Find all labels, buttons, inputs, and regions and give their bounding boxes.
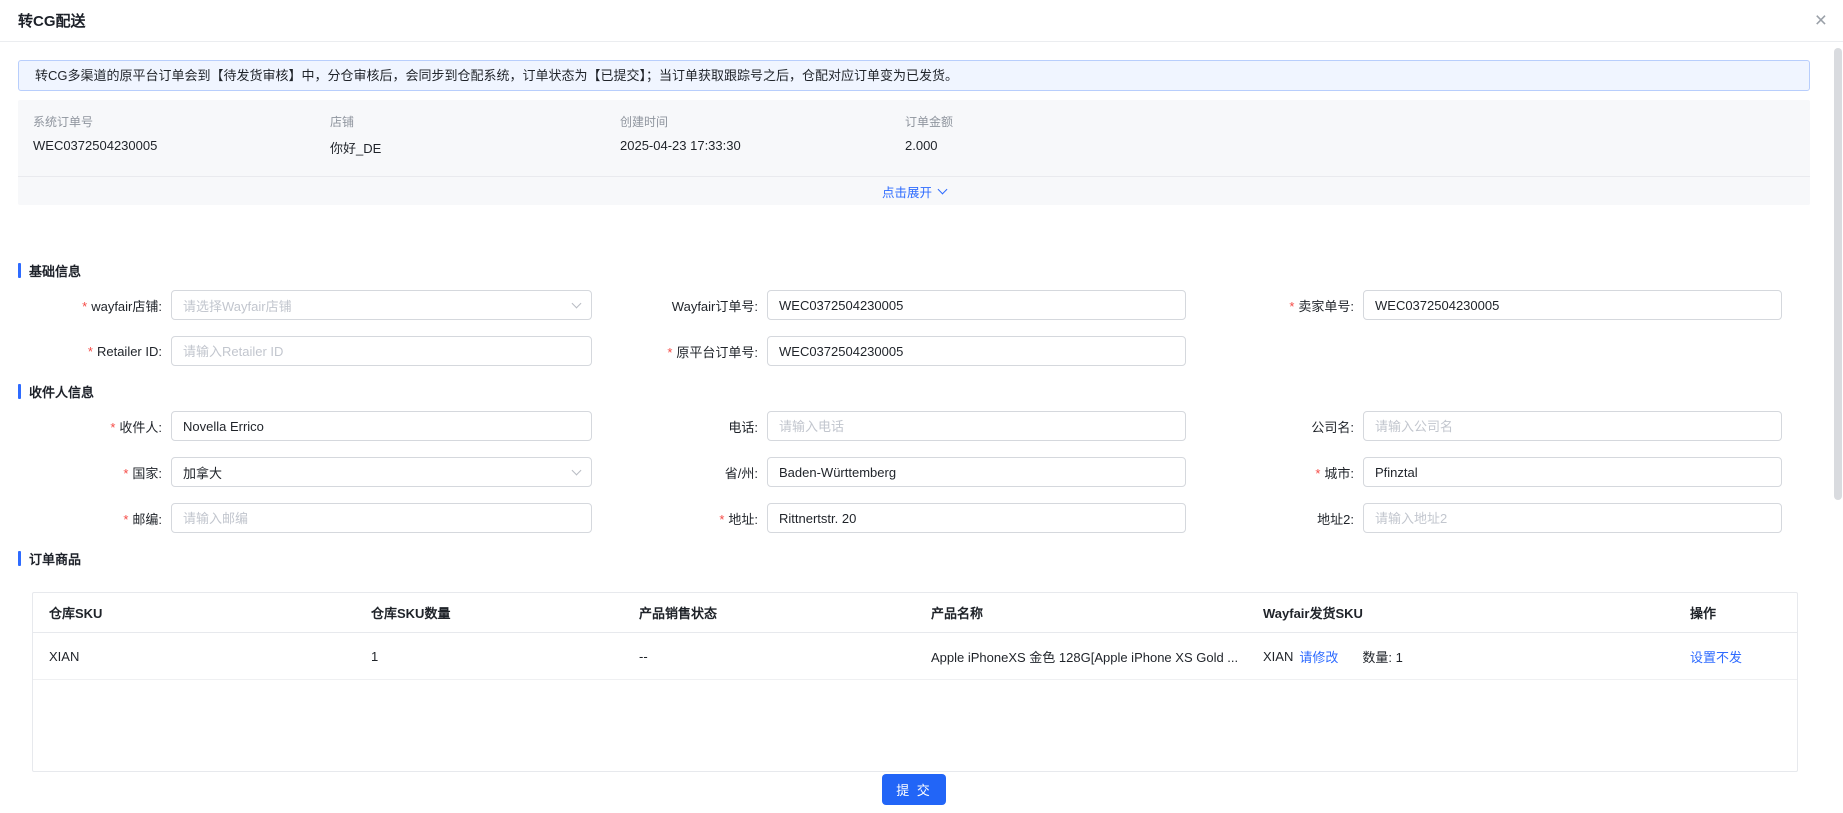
- field-seller-order-no: *卖家单号:: [1186, 290, 1782, 320]
- retailer-id-input[interactable]: [171, 336, 592, 366]
- section-bar: [18, 551, 21, 566]
- field-province: 省/州:: [592, 457, 1186, 487]
- field-wayfair-shop: *wayfair店铺: 请选择Wayfair店铺: [18, 290, 592, 320]
- qty-text: 数量: 1: [1362, 647, 1402, 666]
- chevron-down-icon: [572, 465, 582, 475]
- form-row: *国家: 加拿大 省/州: *城市:: [18, 457, 1810, 487]
- cell-product-name: Apple iPhoneXS 金色 128G[Apple iPhone XS G…: [915, 647, 1247, 666]
- field-wayfair-order-no: Wayfair订单号:: [592, 290, 1186, 320]
- required-asterisk: *: [667, 345, 672, 360]
- field-city: *城市:: [1186, 457, 1782, 487]
- dialog-header: 转CG配送 ×: [0, 0, 1843, 42]
- phone-input[interactable]: [767, 411, 1186, 441]
- required-asterisk: *: [88, 344, 93, 359]
- required-asterisk: *: [82, 299, 87, 314]
- field-country: *国家: 加拿大: [18, 457, 592, 487]
- order-summary-card: 系统订单号 WEC0372504230005 店铺 你好_DE 创建时间 202…: [18, 100, 1810, 205]
- cell-qty: 1: [355, 649, 623, 664]
- summary-shop: 店铺 你好_DE: [330, 113, 620, 176]
- required-asterisk: *: [1289, 299, 1294, 314]
- zipcode-input[interactable]: [171, 503, 592, 533]
- city-input[interactable]: [1363, 457, 1782, 487]
- summary-order-amount: 订单金额 2.000: [905, 113, 1795, 176]
- field-recipient: *收件人:: [18, 411, 592, 441]
- form-row: *Retailer ID: *原平台订单号:: [18, 336, 1810, 366]
- modify-link[interactable]: 请修改: [1299, 647, 1338, 666]
- section-bar: [18, 263, 21, 278]
- field-phone: 电话:: [592, 411, 1186, 441]
- province-input[interactable]: [767, 457, 1186, 487]
- form-row: *收件人: 电话: 公司名:: [18, 411, 1810, 441]
- submit-button[interactable]: 提 交: [882, 774, 946, 805]
- section-basic-info: 基础信息: [18, 261, 1810, 280]
- cell-wayfair-sku: XIAN 请修改 数量: 1: [1247, 647, 1674, 666]
- page-title: 转CG配送: [18, 10, 86, 31]
- set-no-ship-link[interactable]: 设置不发: [1690, 650, 1742, 665]
- wayfair-order-no-input[interactable]: [767, 290, 1186, 320]
- dialog-body: 转CG多渠道的原平台订单会到【待发货审核】中，分仓审核后，会同步到仓配系统，订单…: [0, 42, 1843, 805]
- table-row: XIAN 1 -- Apple iPhoneXS 金色 128G[Apple i…: [33, 633, 1797, 680]
- transfer-cg-dialog: 转CG配送 × 转CG多渠道的原平台订单会到【待发货审核】中，分仓审核后，会同步…: [0, 0, 1843, 813]
- scrollbar[interactable]: [1833, 44, 1843, 813]
- field-retailer-id: *Retailer ID:: [18, 336, 592, 366]
- form-row: *邮编: *地址: 地址2:: [18, 503, 1810, 533]
- section-recipient-info: 收件人信息: [18, 382, 1810, 401]
- field-company: 公司名:: [1186, 411, 1782, 441]
- cell-sale-status: --: [623, 649, 915, 664]
- required-asterisk: *: [110, 420, 115, 435]
- cell-warehouse-sku: XIAN: [33, 649, 355, 664]
- table-header: 仓库SKU 仓库SKU数量 产品销售状态 产品名称 Wayfair发货SKU 操…: [33, 593, 1797, 633]
- scrollbar-thumb[interactable]: [1834, 48, 1842, 500]
- required-asterisk: *: [1315, 466, 1320, 481]
- seller-order-no-input[interactable]: [1363, 290, 1782, 320]
- chevron-down-icon: [572, 298, 582, 308]
- field-address2: 地址2:: [1186, 503, 1782, 533]
- required-asterisk: *: [123, 512, 128, 527]
- field-original-order-no: *原平台订单号:: [592, 336, 1186, 366]
- recipient-input[interactable]: [171, 411, 592, 441]
- summary-system-order-no: 系统订单号 WEC0372504230005: [33, 113, 330, 176]
- required-asterisk: *: [123, 466, 128, 481]
- order-summary-fields: 系统订单号 WEC0372504230005 店铺 你好_DE 创建时间 202…: [18, 100, 1810, 176]
- field-address: *地址:: [592, 503, 1186, 533]
- summary-footer: 点击展开: [18, 176, 1810, 205]
- country-select[interactable]: 加拿大: [171, 457, 592, 487]
- info-banner: 转CG多渠道的原平台订单会到【待发货审核】中，分仓审核后，会同步到仓配系统，订单…: [18, 60, 1810, 91]
- section-bar: [18, 384, 21, 399]
- products-table: 仓库SKU 仓库SKU数量 产品销售状态 产品名称 Wayfair发货SKU 操…: [32, 592, 1798, 772]
- wayfair-shop-select[interactable]: 请选择Wayfair店铺: [171, 290, 592, 320]
- field-zipcode: *邮编:: [18, 503, 592, 533]
- required-asterisk: *: [719, 512, 724, 527]
- address-input[interactable]: [767, 503, 1186, 533]
- form-row: *wayfair店铺: 请选择Wayfair店铺 Wayfair订单号: *卖家…: [18, 290, 1810, 320]
- original-order-no-input[interactable]: [767, 336, 1186, 366]
- expand-toggle[interactable]: 点击展开: [882, 182, 946, 201]
- section-order-products: 订单商品: [18, 549, 1810, 568]
- address2-input[interactable]: [1363, 503, 1782, 533]
- dialog-footer: 提 交: [18, 774, 1810, 805]
- cell-action: 设置不发: [1674, 647, 1797, 666]
- company-input[interactable]: [1363, 411, 1782, 441]
- close-icon[interactable]: ×: [1815, 10, 1827, 31]
- chevron-down-icon: [938, 184, 948, 194]
- summary-create-time: 创建时间 2025-04-23 17:33:30: [620, 113, 905, 176]
